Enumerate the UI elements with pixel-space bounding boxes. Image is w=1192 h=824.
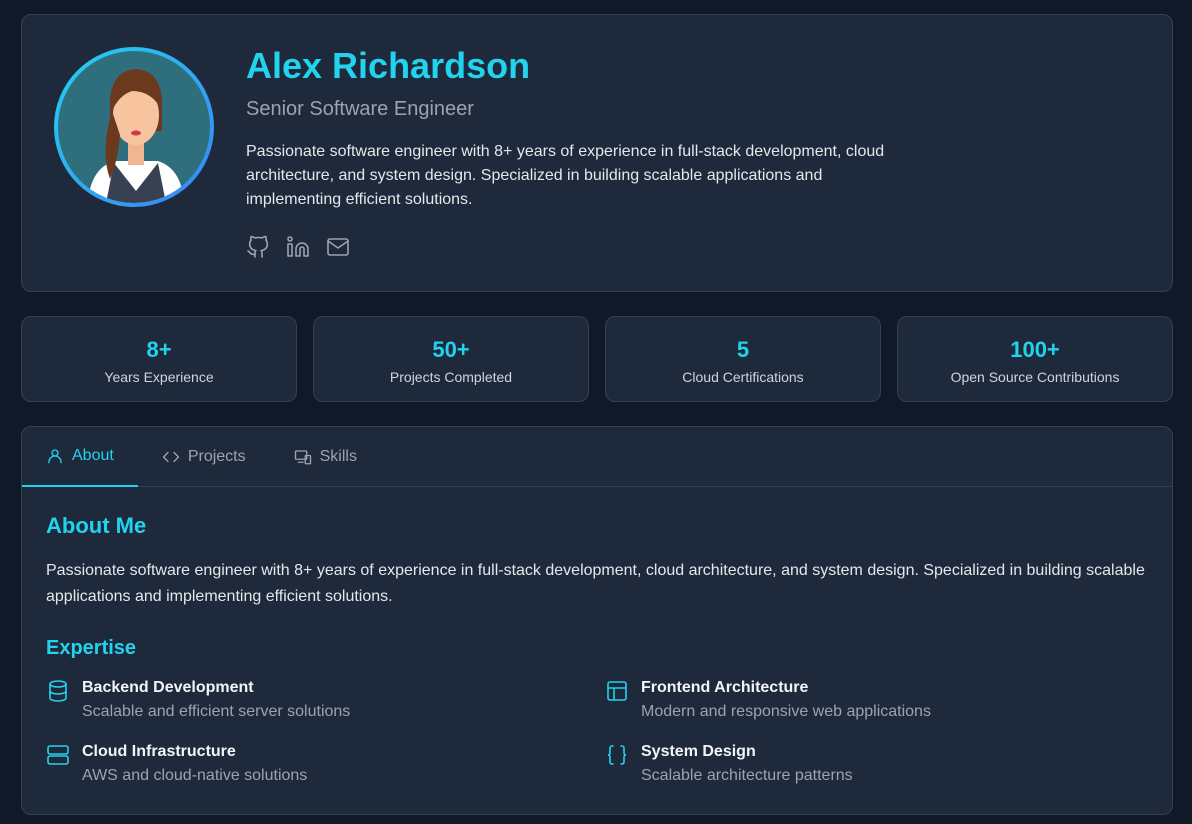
code-icon <box>162 451 179 462</box>
expertise-title: System Design <box>641 743 756 760</box>
stat-label: Open Source Contributions <box>950 369 1120 385</box>
stat-card: 50+ Projects Completed <box>313 316 589 402</box>
profile-card: Alex Richardson Senior Software Engineer… <box>21 14 1173 292</box>
expertise-item: Frontend Architecture Modern and respons… <box>605 679 931 721</box>
stat-value: 5 <box>736 337 750 362</box>
expertise-title: Backend Development <box>82 679 254 696</box>
linkedin-icon[interactable] <box>286 235 310 259</box>
profile-title: Senior Software Engineer <box>246 98 474 120</box>
profile-bio: Passionate software engineer with 8+ yea… <box>246 143 885 208</box>
tab-projects[interactable]: Projects <box>138 427 270 486</box>
server-icon <box>47 745 69 765</box>
tab-label: Projects <box>187 447 246 465</box>
expertise-desc: Scalable architecture patterns <box>641 767 853 784</box>
stat-card: 5 Cloud Certifications <box>605 316 881 402</box>
stat-card: 100+ Open Source Contributions <box>897 316 1173 402</box>
expertise-desc: AWS and cloud-native solutions <box>82 767 308 784</box>
profile-name: Alex Richardson <box>246 45 531 86</box>
about-text: Passionate software engineer with 8+ yea… <box>46 562 1145 605</box>
content-panel: About Projects Skills About Me Passionat… <box>21 426 1173 815</box>
stat-label: Projects Completed <box>389 369 513 385</box>
expertise-title: Cloud Infrastructure <box>82 743 236 760</box>
avatar-illustration <box>88 69 184 203</box>
about-heading: About Me <box>46 513 147 538</box>
expertise-desc: Modern and responsive web applications <box>641 703 931 720</box>
tab-bar: About Projects Skills <box>22 427 1172 487</box>
layout-icon <box>607 681 627 701</box>
stat-value: 8+ <box>146 337 172 362</box>
social-links <box>246 235 350 259</box>
devices-icon <box>294 449 311 464</box>
stat-value: 100+ <box>1010 337 1060 362</box>
mail-icon[interactable] <box>326 235 350 259</box>
github-icon[interactable] <box>246 235 270 259</box>
braces-icon <box>607 745 627 765</box>
tab-skills[interactable]: Skills <box>270 427 381 486</box>
expertise-heading: Expertise <box>46 637 137 659</box>
expertise-desc: Scalable and efficient server solutions <box>82 703 351 720</box>
avatar <box>54 47 214 207</box>
tab-about[interactable]: About <box>22 427 138 487</box>
expertise-item: Cloud Infrastructure AWS and cloud-nativ… <box>46 743 307 785</box>
stat-label: Cloud Certifications <box>682 369 804 385</box>
expertise-title: Frontend Architecture <box>641 679 809 696</box>
stat-card: 8+ Years Experience <box>21 316 297 402</box>
user-icon <box>48 449 62 464</box>
tab-label: Skills <box>319 447 357 465</box>
expertise-item: Backend Development Scalable and efficie… <box>46 679 350 721</box>
tab-label: About <box>72 447 114 464</box>
stat-value: 50+ <box>432 337 470 362</box>
stat-label: Years Experience <box>104 369 214 385</box>
database-icon <box>49 680 67 702</box>
expertise-item: System Design Scalable architecture patt… <box>605 743 853 785</box>
